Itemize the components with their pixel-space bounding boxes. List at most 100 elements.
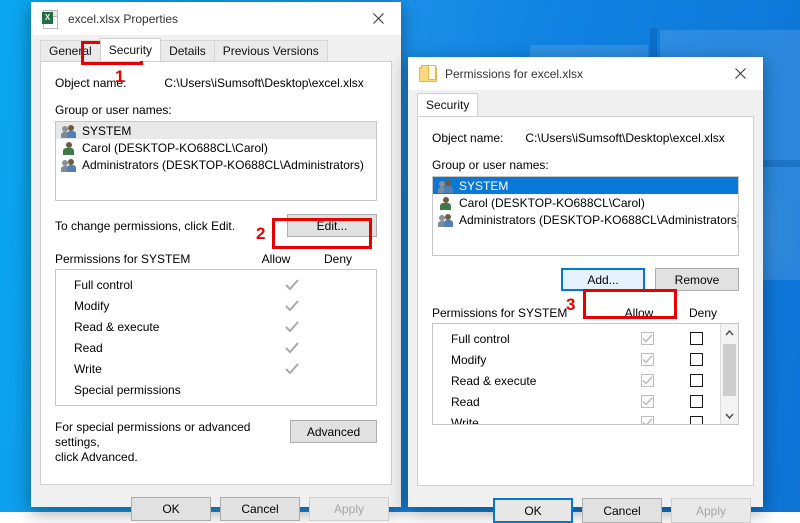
tab-previous-versions[interactable]: Previous Versions	[213, 40, 328, 61]
close-icon[interactable]	[356, 2, 401, 35]
apply-button: Apply	[671, 498, 751, 523]
list-item[interactable]: SYSTEM	[56, 122, 376, 139]
cancel-button[interactable]: Cancel	[582, 498, 662, 523]
allow-checkbox[interactable]	[623, 395, 672, 408]
table-row[interactable]: Write	[433, 412, 721, 424]
left-dialog-title: excel.xlsx Properties	[68, 11, 179, 26]
permission-label: Full control	[74, 277, 133, 292]
table-row[interactable]: Read & execute	[56, 316, 376, 337]
allow-checkbox[interactable]	[623, 353, 672, 366]
permissions-scrollbar[interactable]	[720, 324, 738, 424]
list-item[interactable]: Carol (DESKTOP-KO688CL\Carol)	[433, 194, 738, 211]
left-permissions-list[interactable]: Full control Modify Read & execute Read …	[55, 269, 377, 406]
right-allow-header: Allow	[624, 306, 654, 320]
remove-button[interactable]: Remove	[655, 268, 739, 291]
scroll-up-icon[interactable]	[721, 324, 738, 341]
deny-checkbox[interactable]	[672, 353, 721, 366]
permission-label: Modify	[74, 298, 110, 313]
left-advanced-hint-line2: click Advanced.	[55, 450, 138, 464]
right-object-name-row: Object name: C:\Users\iSumsoft\Desktop\e…	[432, 131, 753, 145]
deny-checkbox[interactable]	[672, 332, 721, 345]
scroll-thumb[interactable]	[723, 344, 736, 396]
allow-check-icon	[264, 341, 320, 354]
left-allow-header: Allow	[261, 252, 291, 266]
allow-checkbox[interactable]	[623, 374, 672, 387]
list-item-label: SYSTEM	[82, 123, 132, 138]
left-permissions-title: Permissions for SYSTEM	[55, 252, 191, 266]
list-item[interactable]: Carol (DESKTOP-KO688CL\Carol)	[56, 139, 376, 156]
group-users-icon	[61, 124, 77, 138]
left-advanced-hint: For special permissions or advanced sett…	[55, 420, 290, 465]
list-item[interactable]: SYSTEM	[433, 177, 738, 194]
permission-label: Read	[451, 394, 480, 409]
allow-check-icon	[264, 299, 320, 312]
list-item-label: SYSTEM	[459, 178, 509, 193]
permission-label: Read & execute	[74, 319, 160, 334]
list-item[interactable]: Administrators (DESKTOP-KO688CL\Administ…	[56, 156, 376, 173]
right-permissions-header: Permissions for SYSTEM Allow Deny	[432, 306, 739, 320]
left-advanced-hint-line1: For special permissions or advanced sett…	[55, 420, 251, 449]
right-user-list[interactable]: SYSTEM Carol (DESKTOP-KO688CL\Carol) Adm…	[432, 176, 739, 256]
single-user-icon	[438, 196, 454, 210]
add-button[interactable]: Add...	[561, 268, 645, 291]
allow-check-icon	[264, 278, 320, 291]
right-dialog-tabstrip: Security	[408, 93, 763, 116]
excel-properties-dialog: X excel.xlsx Properties General Security…	[31, 2, 401, 521]
tab-general[interactable]: General	[40, 40, 101, 61]
allow-checkbox[interactable]	[623, 416, 672, 424]
left-user-list[interactable]: SYSTEM Carol (DESKTOP-KO688CL\Carol) Adm…	[55, 121, 377, 201]
right-addremove-row: Add... Remove	[432, 268, 739, 291]
right-object-name-label: Object name:	[432, 131, 504, 145]
tab-security[interactable]: Security	[99, 38, 162, 61]
tab-details[interactable]: Details	[160, 40, 215, 61]
folder-icon	[419, 65, 437, 82]
table-row[interactable]: Full control	[433, 328, 721, 349]
scroll-down-icon[interactable]	[721, 407, 738, 424]
deny-checkbox[interactable]	[672, 395, 721, 408]
list-item-label: Administrators (DESKTOP-KO688CL\Administ…	[82, 157, 364, 172]
excel-file-icon: X	[42, 10, 59, 29]
table-row[interactable]: Read	[56, 337, 376, 358]
list-item-label: Administrators (DESKTOP-KO688CL\Administ…	[459, 212, 739, 227]
left-edit-row: To change permissions, click Edit. Edit.…	[55, 214, 377, 237]
right-group-label: Group or user names:	[432, 158, 549, 172]
single-user-icon	[61, 141, 77, 155]
edit-button[interactable]: Edit...	[287, 214, 377, 237]
left-change-hint: To change permissions, click Edit.	[55, 218, 236, 233]
allow-checkbox[interactable]	[623, 332, 672, 345]
left-object-name-row: Object name: C:\Users\iSumsoft\Desktop\e…	[55, 76, 391, 90]
list-item-label: Carol (DESKTOP-KO688CL\Carol)	[459, 195, 645, 210]
right-object-name-value: C:\Users\iSumsoft\Desktop\excel.xlsx	[525, 131, 725, 145]
table-row[interactable]: Read & execute	[433, 370, 721, 391]
table-row[interactable]: Modify	[433, 349, 721, 370]
right-permissions-title: Permissions for SYSTEM	[432, 306, 568, 320]
left-deny-header: Deny	[323, 252, 352, 266]
allow-check-icon	[264, 320, 320, 333]
permission-label: Full control	[451, 331, 510, 346]
deny-checkbox[interactable]	[672, 374, 721, 387]
right-security-tab-panel: Object name: C:\Users\iSumsoft\Desktop\e…	[417, 116, 754, 486]
ok-button[interactable]: OK	[493, 498, 573, 523]
table-row[interactable]: Special permissions	[56, 379, 376, 400]
right-dialog-titlebar: Permissions for excel.xlsx	[408, 57, 763, 90]
group-users-icon	[438, 179, 454, 193]
advanced-button[interactable]: Advanced	[290, 420, 377, 443]
table-row[interactable]: Write	[56, 358, 376, 379]
cancel-button[interactable]: Cancel	[220, 497, 300, 521]
close-icon[interactable]	[718, 57, 763, 90]
left-dialog-tabstrip: General Security Details Previous Versio…	[31, 38, 401, 61]
deny-checkbox[interactable]	[672, 416, 721, 424]
table-row[interactable]: Read	[433, 391, 721, 412]
ok-button[interactable]: OK	[131, 497, 211, 521]
permission-label: Modify	[451, 352, 487, 367]
table-row[interactable]: Full control	[56, 274, 376, 295]
right-permissions-list[interactable]: Full control Modify Read & execute Read …	[432, 323, 739, 425]
permission-label: Read	[74, 340, 103, 355]
list-item[interactable]: Administrators (DESKTOP-KO688CL\Administ…	[433, 211, 738, 228]
permission-label: Special permissions	[74, 382, 181, 397]
tab-security[interactable]: Security	[417, 93, 479, 116]
left-dialog-buttons: OK Cancel Apply	[31, 497, 389, 521]
table-row[interactable]: Modify	[56, 295, 376, 316]
left-advanced-row: For special permissions or advanced sett…	[55, 420, 377, 465]
annotation-number-2: 2	[256, 224, 266, 243]
